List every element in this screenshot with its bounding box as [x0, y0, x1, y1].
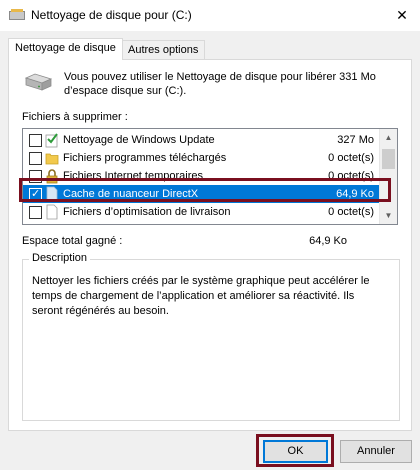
scroll-thumb[interactable]: [382, 149, 395, 169]
cancel-button[interactable]: Annuler: [340, 440, 412, 463]
total-gain-label: Espace total gagné :: [22, 235, 123, 247]
scroll-down-icon[interactable]: ▼: [380, 207, 397, 224]
files-list[interactable]: Nettoyage de Windows Update 327 Mo Fichi…: [22, 128, 398, 225]
title-bar: Nettoyage de disque pour (C:) ✕: [0, 0, 420, 31]
description-text: Nettoyer les fichiers créés par le systè…: [32, 275, 370, 317]
list-scrollbar[interactable]: ▲ ▼: [379, 129, 397, 224]
list-item[interactable]: Fichiers d’optimisation de livraison 0 o…: [23, 203, 380, 221]
item-name: Nettoyage de Windows Update: [63, 134, 215, 146]
item-name: Fichiers programmes téléchargés: [63, 152, 227, 164]
total-gain-value: 64,9 Ko: [309, 235, 347, 247]
item-size: 0 octet(s): [328, 206, 374, 218]
file-icon: [46, 204, 58, 220]
list-item[interactable]: Nettoyage de Windows Update 327 Mo: [23, 131, 380, 149]
window-title: Nettoyage de disque pour (C:): [31, 8, 192, 22]
description-title: Description: [29, 252, 91, 264]
disk-cleanup-icon: [9, 9, 25, 20]
scroll-up-icon[interactable]: ▲: [380, 129, 397, 146]
selection-highlight-frame: [19, 178, 391, 202]
item-size: 0 octet(s): [328, 152, 374, 164]
intro-text: Vous pouvez utiliser le Nettoyage de dis…: [64, 71, 376, 97]
tab-nettoyage[interactable]: Nettoyage de disque: [8, 38, 123, 60]
checkbox[interactable]: [29, 206, 42, 219]
hard-drive-icon: [24, 73, 53, 91]
folder-icon: [45, 153, 59, 165]
item-size: 327 Mo: [337, 134, 374, 146]
list-item[interactable]: Fichiers programmes téléchargés 0 octet(…: [23, 149, 380, 167]
files-label: Fichiers à supprimer :: [22, 111, 128, 123]
description-group: Description Nettoyer les fichiers créés …: [22, 252, 400, 421]
item-name: Fichiers d’optimisation de livraison: [63, 206, 231, 218]
tab-autres-options[interactable]: Autres options: [121, 40, 206, 59]
disk-cleanup-window: Nettoyage de disque pour (C:) ✕ Nettoyag…: [0, 0, 420, 470]
windows-update-icon: [45, 133, 58, 148]
close-icon[interactable]: ✕: [384, 0, 420, 31]
ok-button[interactable]: OK: [263, 440, 328, 463]
tab-panel: Vous pouvez utiliser le Nettoyage de dis…: [8, 59, 412, 431]
checkbox[interactable]: [29, 134, 42, 147]
checkbox[interactable]: [29, 152, 42, 165]
